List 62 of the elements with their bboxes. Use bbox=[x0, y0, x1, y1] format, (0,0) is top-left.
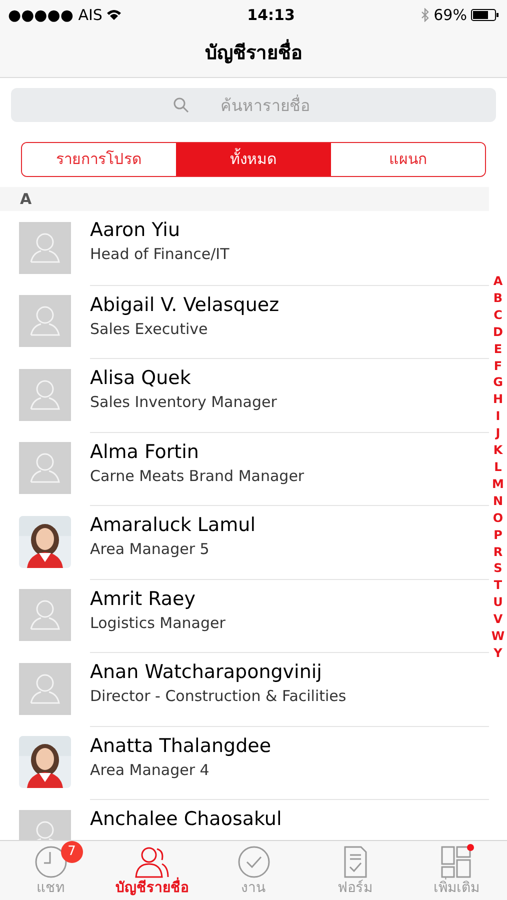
index-letter[interactable]: K bbox=[493, 442, 503, 459]
contact-name: Alisa Quek bbox=[90, 366, 192, 391]
avatar-placeholder-icon bbox=[19, 368, 71, 421]
contact-name: Aaron Yiu bbox=[90, 218, 181, 243]
avatar-placeholder-icon bbox=[19, 442, 71, 494]
index-letter[interactable]: W bbox=[491, 628, 505, 645]
tab-bar-item[interactable]: เพิ่มเติม bbox=[406, 841, 507, 900]
clock-icon bbox=[32, 844, 69, 878]
tab-bar-item[interactable]: งาน bbox=[202, 841, 304, 900]
contact-title: Carne Meats Brand Manager bbox=[90, 466, 306, 486]
index-letter[interactable]: H bbox=[492, 391, 504, 408]
contact-title: Area Manager 4 bbox=[90, 760, 210, 780]
contact-title: Sales Executive bbox=[90, 318, 209, 340]
index-letter[interactable]: F bbox=[494, 358, 502, 374]
avatar-placeholder-icon bbox=[19, 222, 71, 274]
window-title: บัญชีรายชื่อ bbox=[205, 39, 302, 68]
index-letter[interactable]: B bbox=[493, 290, 503, 307]
avatar-placeholder-icon bbox=[19, 295, 71, 348]
search-field[interactable]: ค้นหารายชื่อ bbox=[11, 88, 496, 122]
index-letter[interactable]: I bbox=[496, 408, 500, 426]
tab-bar-item[interactable]: บัญชีรายชื่อ bbox=[101, 841, 203, 900]
avatar-placeholder-icon bbox=[19, 589, 71, 642]
contact-title: Head of Finance/IT bbox=[90, 244, 230, 265]
check-circle-icon bbox=[236, 844, 272, 878]
notification-badge: 7 bbox=[60, 840, 83, 862]
index-letter[interactable]: L bbox=[494, 458, 502, 476]
bluetooth-icon bbox=[420, 8, 430, 22]
index-letter[interactable]: C bbox=[494, 306, 502, 324]
index-letter[interactable]: P bbox=[494, 526, 502, 544]
carrier-label: ●●●●● AIS bbox=[8, 4, 102, 26]
index-letter[interactable]: V bbox=[493, 611, 503, 628]
tab-bar-item[interactable]: ฟอร์ม bbox=[304, 841, 406, 900]
tab-bar-item[interactable]: 7 แชท bbox=[0, 841, 102, 900]
index-letter[interactable]: T bbox=[494, 577, 502, 594]
contact-name: Anatta Thalangdee bbox=[90, 734, 272, 758]
contact-name: Abigail V. Velasquez bbox=[90, 292, 280, 318]
contact-name: Alma Fortin bbox=[90, 440, 200, 464]
battery-percent: 69% bbox=[434, 4, 467, 26]
contact-title: Sales Inventory Manager bbox=[90, 392, 278, 413]
contact-title: Director - Construction & Facilities bbox=[90, 686, 348, 707]
avatar-placeholder-icon bbox=[19, 662, 71, 715]
index-letter[interactable]: E bbox=[494, 340, 502, 358]
index-letter[interactable]: U bbox=[493, 594, 503, 612]
contact-title: Area Manager 5 bbox=[90, 539, 210, 560]
index-letter[interactable]: S bbox=[494, 560, 502, 578]
search-icon bbox=[173, 97, 189, 113]
people-icon bbox=[134, 844, 170, 878]
index-letter[interactable]: G bbox=[493, 374, 503, 392]
contact-name: Amaraluck Lamul bbox=[90, 513, 256, 538]
index-letter[interactable]: O bbox=[492, 510, 504, 527]
index-letter[interactable]: R bbox=[493, 544, 503, 560]
index-letter[interactable]: M bbox=[492, 476, 504, 493]
clock-time: 14:13 bbox=[247, 4, 295, 26]
battery-icon bbox=[470, 9, 499, 21]
section-header: A bbox=[20, 188, 32, 210]
wifi-icon bbox=[106, 9, 122, 21]
index-letter[interactable]: D bbox=[493, 324, 503, 341]
contact-name: Amrit Raey bbox=[90, 586, 196, 612]
contact-name: Anan Watcharapongvinij bbox=[90, 660, 323, 685]
segment-tab[interactable]: ทั้งหมด bbox=[176, 143, 331, 176]
contact-title: Logistics Manager bbox=[90, 612, 226, 634]
contact-name: Anchalee Chaosakul bbox=[90, 807, 283, 832]
